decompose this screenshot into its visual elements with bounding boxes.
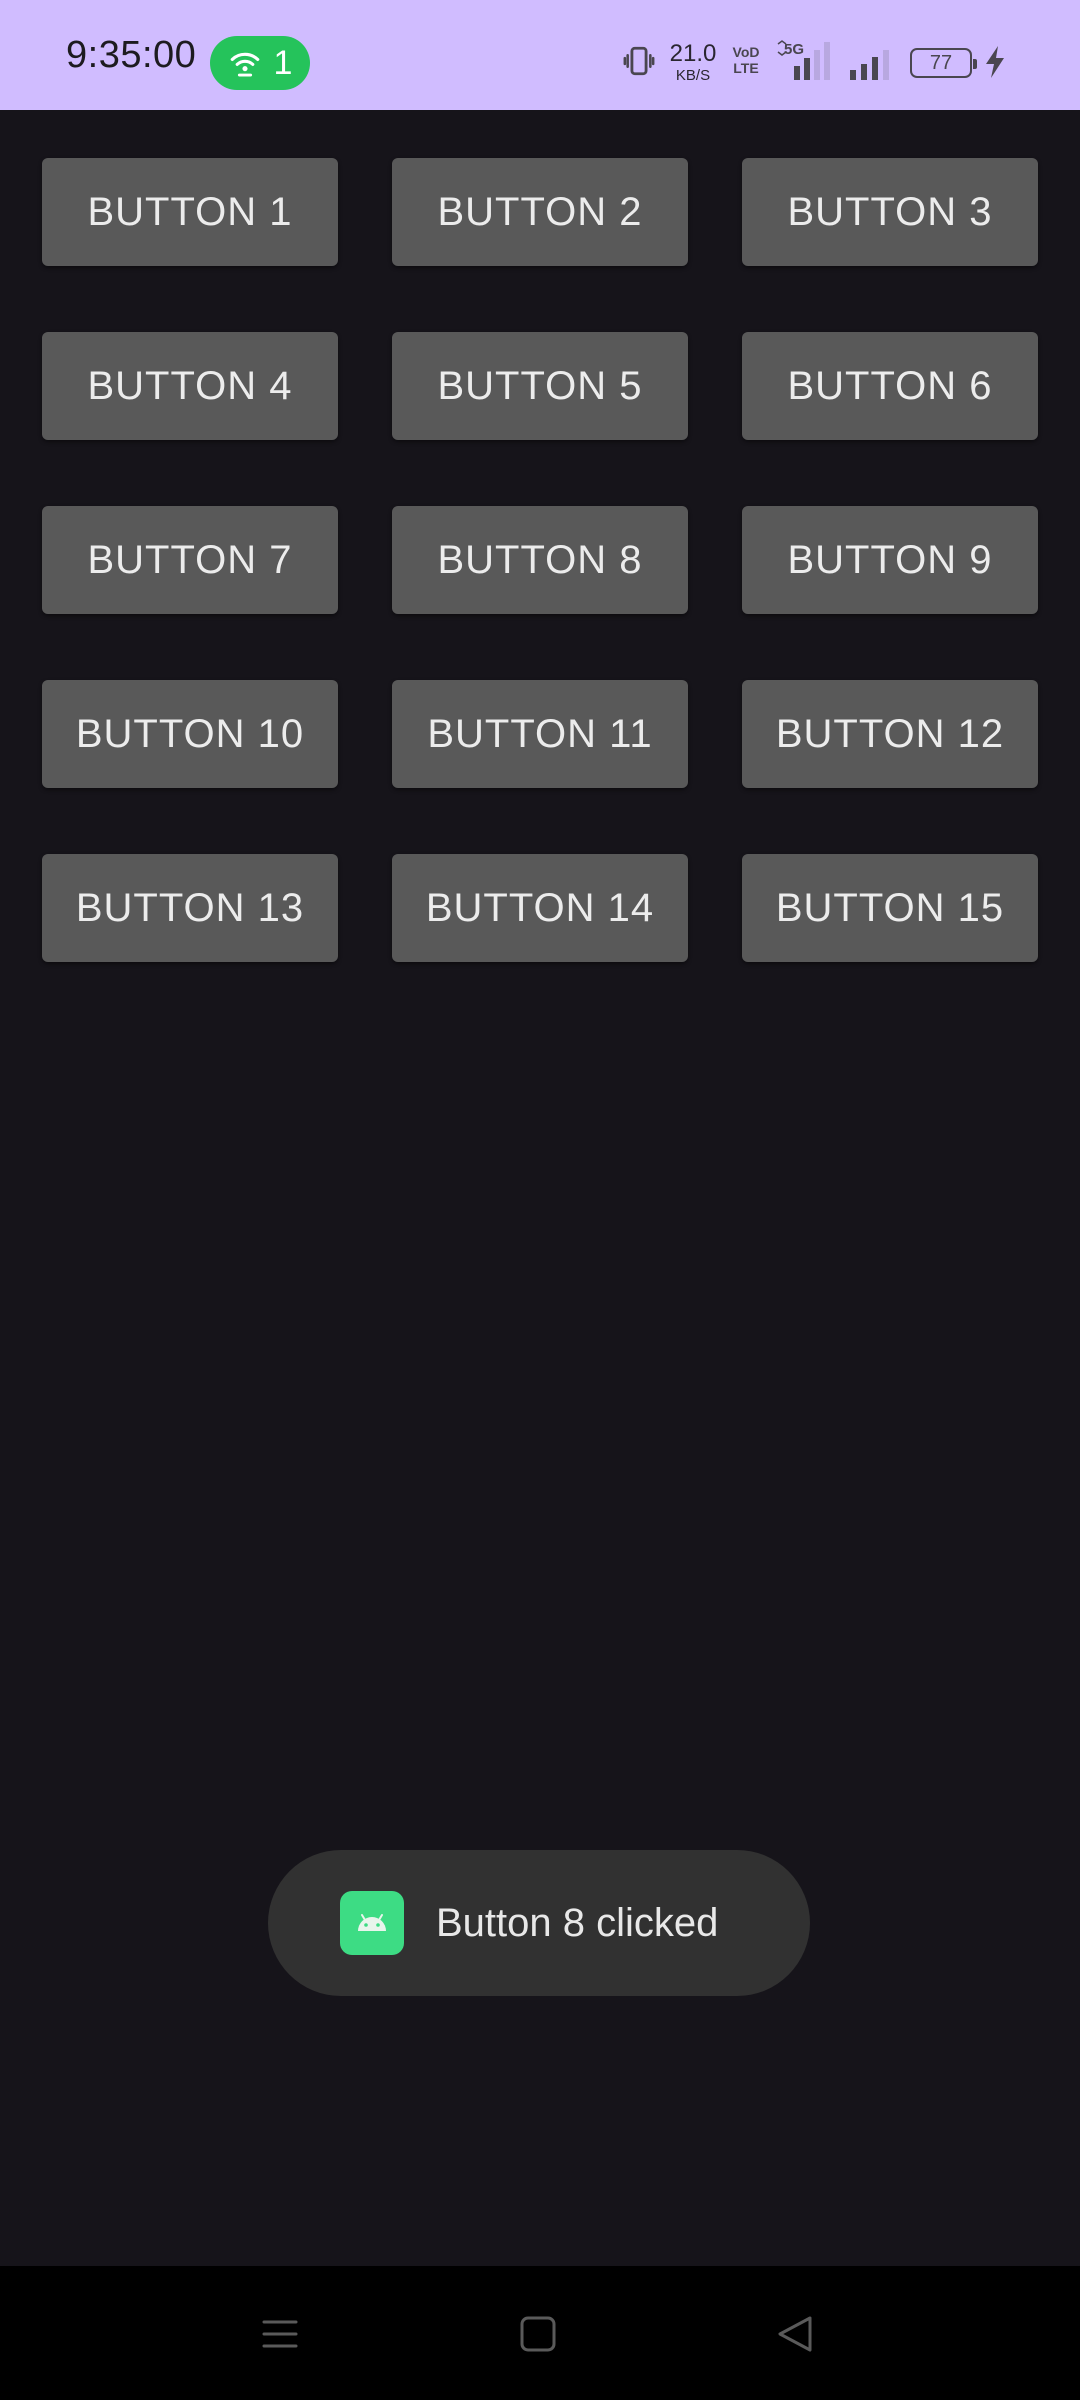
hotspot-count: 1 [273,44,293,82]
button-15[interactable]: BUTTON 15 [742,854,1038,962]
button-12[interactable]: BUTTON 12 [742,680,1038,788]
volte-indicator: VoD LTE [726,44,766,76]
button-2[interactable]: BUTTON 2 [392,158,688,266]
button-13[interactable]: BUTTON 13 [42,854,338,962]
button-10[interactable]: BUTTON 10 [42,680,338,788]
button-9[interactable]: BUTTON 9 [742,506,1038,614]
button-7[interactable]: BUTTON 7 [42,506,338,614]
navigation-bar [0,2266,1080,2400]
charging-icon [986,46,1004,78]
network-speed-unit: KB/S [675,67,711,84]
network-speed-value: 21.0 [669,40,717,67]
button-14[interactable]: BUTTON 14 [392,854,688,962]
android-icon [340,1891,404,1955]
button-8[interactable]: BUTTON 8 [392,506,688,614]
hotspot-icon [230,52,259,77]
network-type-label: 5G [784,41,804,58]
toast-text: Button 8 clicked [436,1900,719,1945]
button-grid: BUTTON 1 BUTTON 2 BUTTON 3 BUTTON 4 BUTT… [42,158,1038,962]
volte-top-label: VoD [732,44,760,60]
back-icon[interactable] [772,2310,820,2358]
volte-bottom-label: LTE [733,60,759,76]
signal-icon [850,50,889,80]
button-1[interactable]: BUTTON 1 [42,158,338,266]
status-bar: 9:35:00 1 21.0 KB/S VoD LTE 5G 77 [0,0,1080,110]
home-icon[interactable] [514,2310,562,2358]
recents-icon[interactable] [256,2310,304,2358]
status-clock: 9:35:00 [66,34,197,76]
vibrate-icon [623,46,655,76]
android-robot-icon [358,1914,386,1931]
battery-level: 77 [929,51,953,74]
button-6[interactable]: BUTTON 6 [742,332,1038,440]
button-4[interactable]: BUTTON 4 [42,332,338,440]
signal-5g-icon: 5G [777,40,830,80]
button-5[interactable]: BUTTON 5 [392,332,688,440]
toast-message: Button 8 clicked [268,1850,810,1996]
hotspot-indicator[interactable]: 1 [210,36,310,90]
network-speed: 21.0 KB/S [668,40,718,84]
button-3[interactable]: BUTTON 3 [742,158,1038,266]
button-11[interactable]: BUTTON 11 [392,680,688,788]
battery-icon: 77 [910,48,977,78]
